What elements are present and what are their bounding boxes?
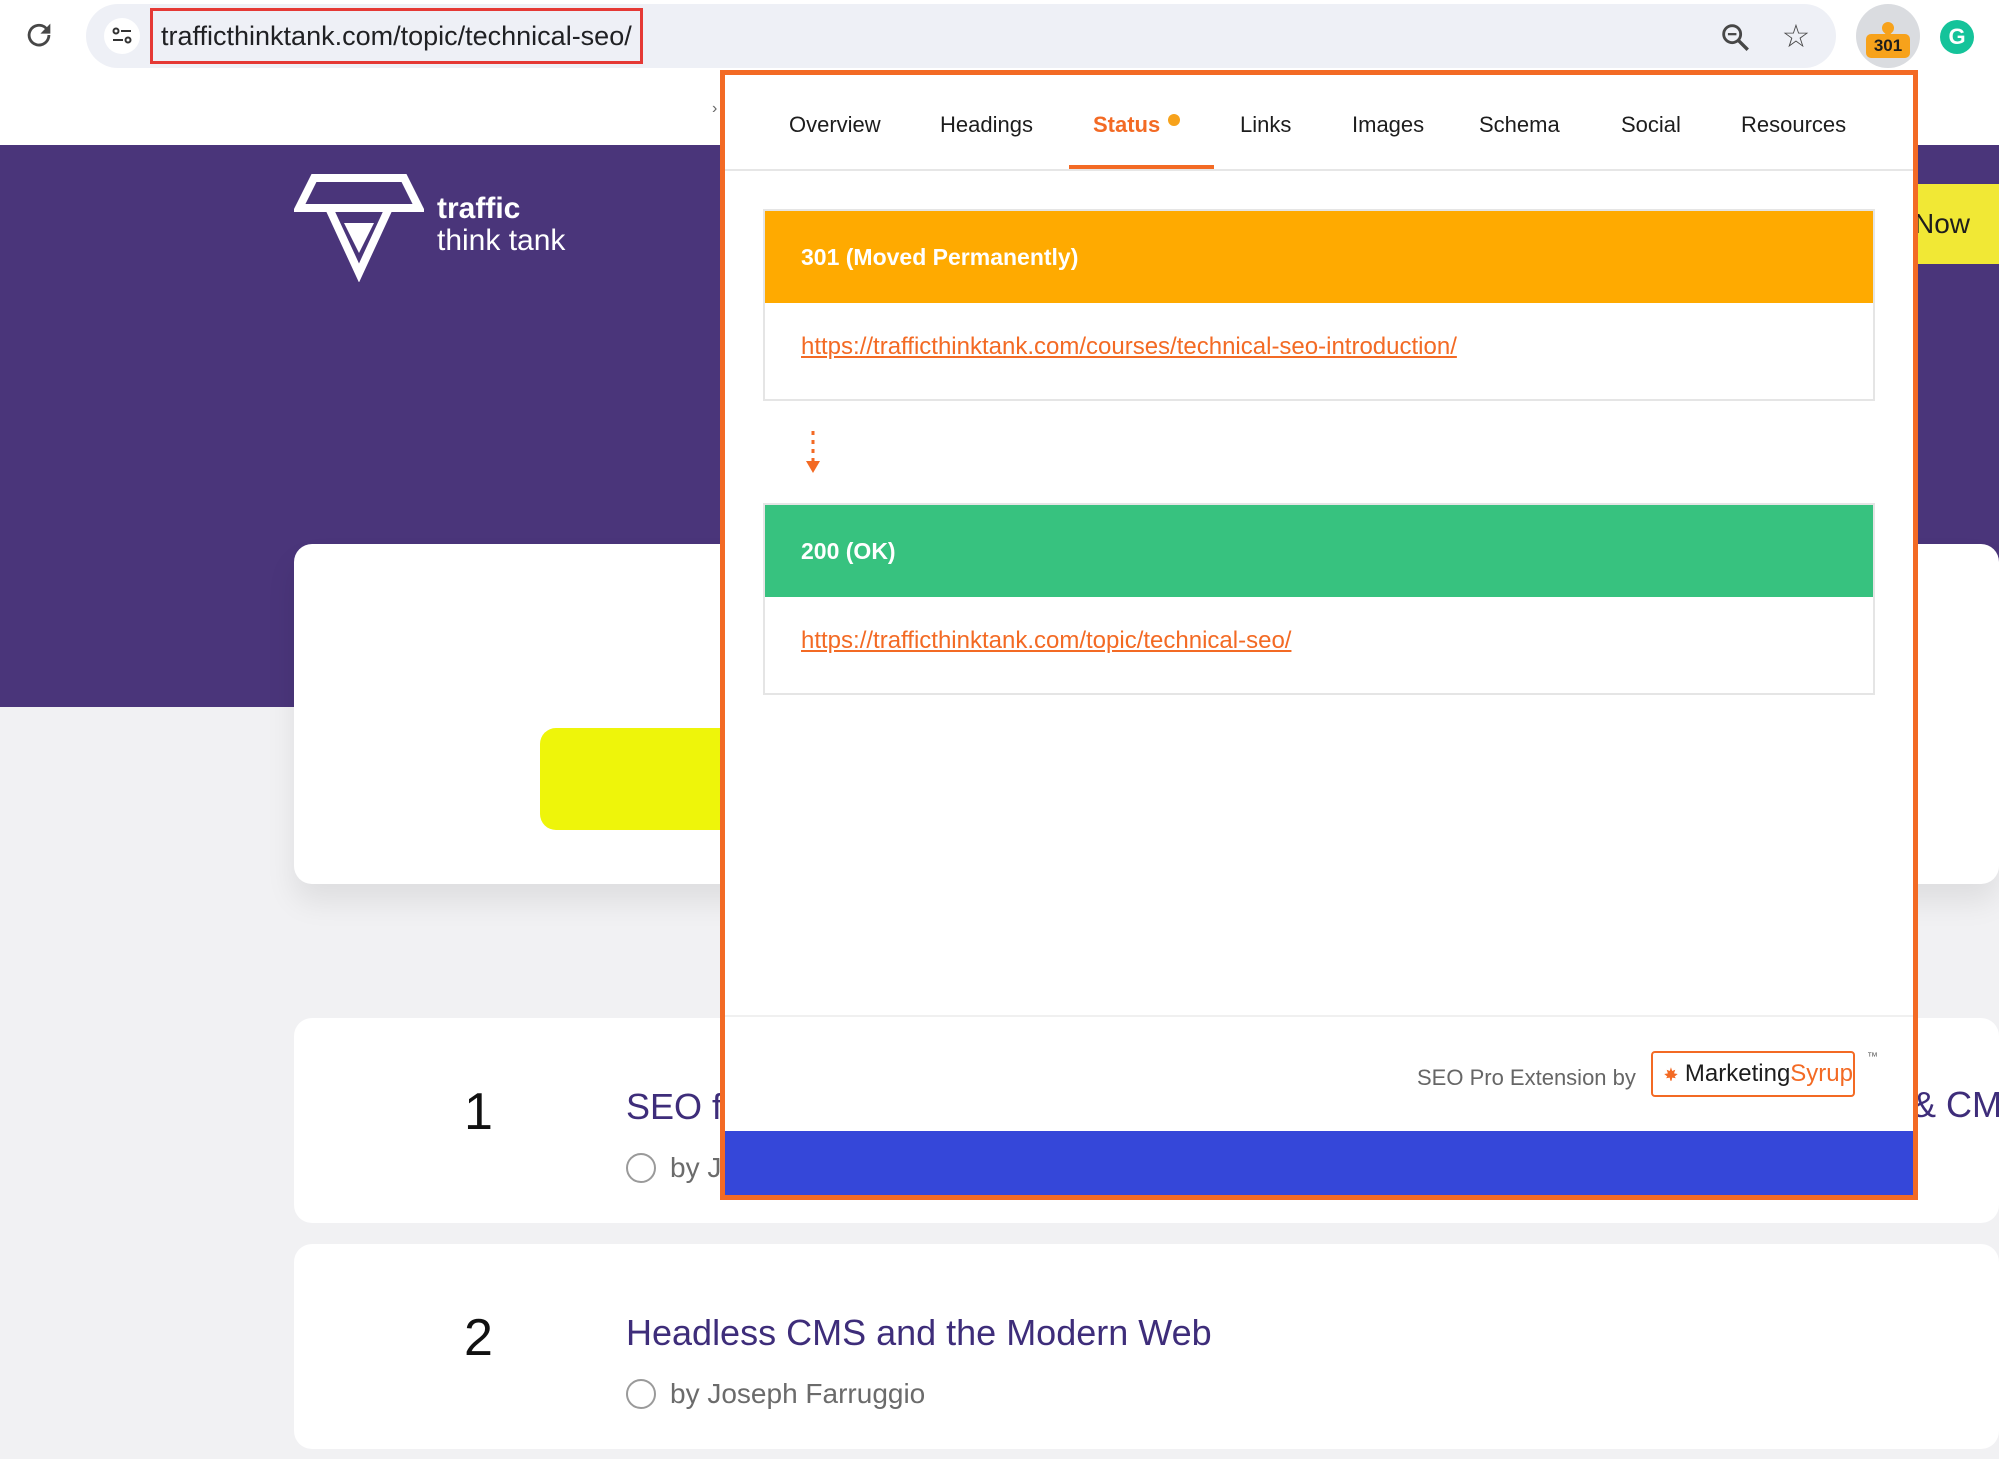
tab-social[interactable]: Social — [1621, 75, 1681, 171]
address-bar[interactable]: trafficthinktank.com/topic/technical-seo… — [86, 4, 1836, 68]
grammarly-icon[interactable]: G — [1940, 20, 1974, 54]
tab-schema[interactable]: Schema — [1479, 75, 1560, 171]
tab-resources[interactable]: Resources — [1741, 75, 1846, 171]
tab-overview[interactable]: Overview — [789, 75, 881, 171]
status-code: 200 (OK) — [765, 505, 1873, 597]
list-item-title[interactable]: SEO f — [626, 1086, 722, 1128]
trademark-symbol: ™ — [1867, 1051, 1878, 1063]
seo-extension-button[interactable]: 301 — [1856, 4, 1920, 68]
list-item-title-right[interactable]: & CM — [1912, 1084, 1999, 1126]
bookmark-star-icon[interactable]: ☆ — [1778, 18, 1814, 54]
status-url: https://trafficthinktank.com/courses/tec… — [765, 303, 1873, 361]
redirect-status-301: 301 (Moved Permanently) https://traffict… — [763, 209, 1875, 401]
chevron-right-icon: › — [712, 100, 718, 117]
popup-bottom-bar — [725, 1131, 1913, 1195]
logo-text: traffic think tank — [437, 192, 566, 257]
status-url: https://trafficthinktank.com/topic/techn… — [765, 597, 1873, 655]
seo-extension-popup: Overview Headings Status Links Images Sc… — [720, 70, 1918, 1200]
marketingsyrup-logo[interactable]: MarketingSyrup — [1651, 1051, 1855, 1097]
popup-tabs: Overview Headings Status Links Images Sc… — [725, 75, 1913, 171]
reload-icon[interactable] — [22, 18, 56, 52]
tab-links[interactable]: Links — [1240, 75, 1291, 171]
redirect-arrow-down-icon — [803, 429, 823, 479]
zoom-icon[interactable] — [1718, 20, 1752, 54]
status-code: 301 (Moved Permanently) — [765, 211, 1873, 303]
tab-status[interactable]: Status — [1093, 75, 1181, 171]
list-item[interactable]: 2 Headless CMS and the Modern Web by Jos… — [294, 1244, 1999, 1449]
comment-icon — [626, 1153, 656, 1183]
traffic-think-tank-logo-icon[interactable] — [292, 168, 426, 283]
comment-icon — [626, 1379, 656, 1409]
final-status-200: 200 (OK) https://trafficthinktank.com/to… — [763, 503, 1875, 695]
status-url-link[interactable]: https://trafficthinktank.com/courses/tec… — [801, 333, 1457, 360]
maple-leaf-icon — [1664, 1067, 1678, 1081]
url-text[interactable]: trafficthinktank.com/topic/technical-seo… — [150, 8, 643, 64]
footer-credit-text: SEO Pro Extension by — [1417, 1065, 1636, 1090]
list-item-author: by Joseph Farruggio — [626, 1378, 925, 1410]
status-url-link[interactable]: https://trafficthinktank.com/topic/techn… — [801, 627, 1291, 654]
popup-footer: SEO Pro Extension by MarketingSyrup ™ — [725, 1015, 1913, 1131]
list-item-number: 2 — [464, 1309, 493, 1367]
active-tab-underline — [1069, 165, 1214, 169]
list-item-number: 1 — [464, 1083, 493, 1141]
status-indicator-dot — [1168, 114, 1181, 126]
list-item-author: by J — [626, 1152, 721, 1184]
site-settings-icon[interactable] — [104, 18, 140, 54]
tab-images[interactable]: Images — [1352, 75, 1424, 171]
extension-badge: 301 — [1866, 34, 1910, 58]
list-item-title[interactable]: Headless CMS and the Modern Web — [626, 1312, 1212, 1354]
tab-headings[interactable]: Headings — [940, 75, 1033, 171]
